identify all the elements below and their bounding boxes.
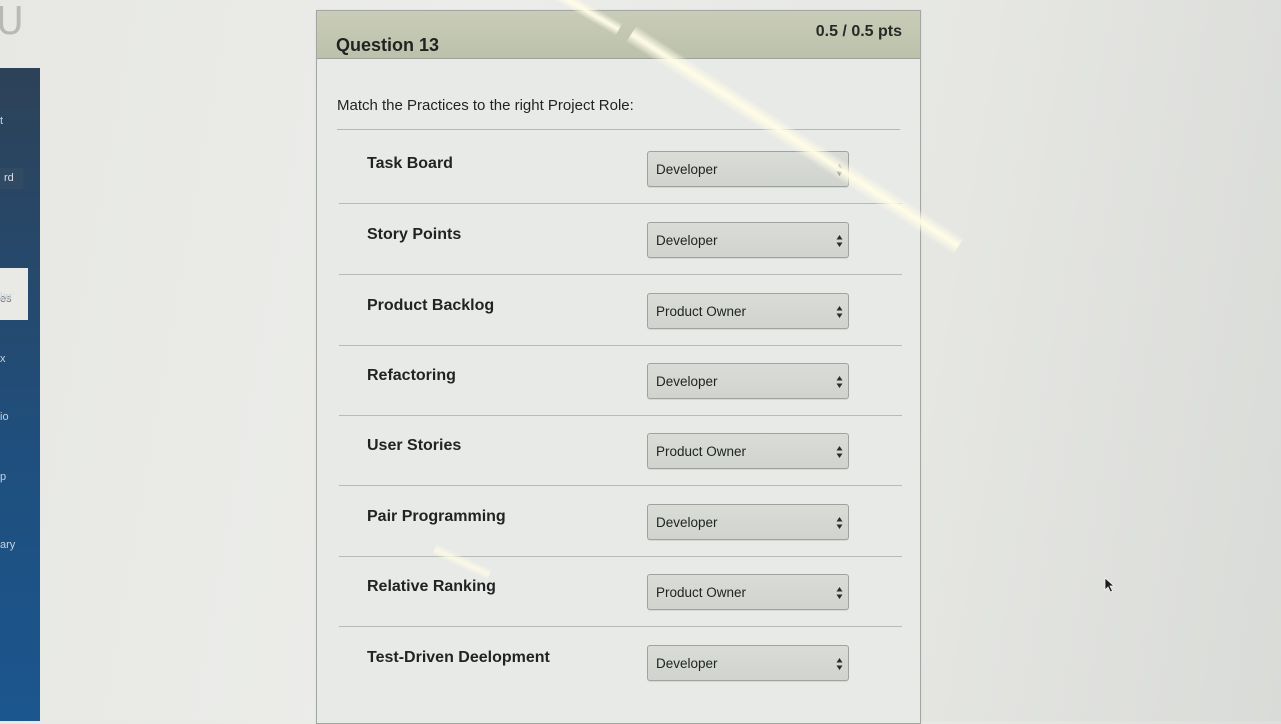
select-value: Product Owner [656, 444, 747, 459]
select-value: Developer [656, 656, 718, 671]
role-select[interactable]: Developer [647, 151, 849, 187]
match-row: Relative Ranking Product Owner [339, 574, 907, 644]
updown-icon [836, 235, 843, 247]
practice-label: Pair Programming [367, 508, 506, 525]
left-navigation: t rd es lar x io p ary [0, 68, 40, 721]
match-row: Refactoring Developer [339, 363, 907, 433]
practice-label: Relative Ranking [367, 578, 496, 595]
practice-label: User Stories [367, 437, 462, 454]
nav-item-fragment[interactable]: io [0, 412, 9, 423]
practice-label: Test-Driven Deelopment [367, 649, 550, 666]
divider [339, 626, 902, 627]
question-prompt: Match the Practices to the right Project… [337, 97, 634, 114]
practice-label: Task Board [367, 155, 453, 172]
practice-label: Refactoring [367, 367, 456, 384]
logo: U [0, 0, 24, 43]
practice-label: Product Backlog [367, 297, 495, 314]
nav-item-fragment[interactable]: lar [0, 292, 12, 303]
select-value: Developer [656, 233, 718, 248]
divider [339, 203, 902, 204]
nav-item-fragment[interactable]: ary [0, 540, 15, 551]
select-value: Developer [656, 162, 718, 177]
select-value: Product Owner [656, 304, 747, 319]
match-row: User Stories Product Owner [339, 433, 907, 503]
nav-item-fragment[interactable]: rd [0, 168, 23, 189]
match-row: Product Backlog Product Owner [339, 293, 907, 363]
match-row: Pair Programming Developer [339, 504, 907, 574]
select-value: Developer [656, 515, 718, 530]
divider [339, 485, 902, 486]
updown-icon [836, 164, 843, 176]
match-row: Test-Driven Deelopment Developer [367, 645, 907, 715]
updown-icon [836, 587, 843, 599]
updown-icon [836, 376, 843, 388]
role-select[interactable]: Developer [647, 645, 849, 681]
nav-item-fragment[interactable]: x [0, 354, 6, 365]
question-title: Question 13 [336, 35, 440, 55]
divider [339, 345, 902, 346]
updown-icon [836, 517, 843, 529]
question-points: 0.5 / 0.5 pts [815, 23, 902, 40]
question-card: Question 13 0.5 / 0.5 pts Match the Prac… [316, 10, 921, 724]
nav-item-fragment[interactable]: p [0, 472, 6, 483]
match-row: Story Points Developer [339, 222, 907, 292]
practice-label: Story Points [367, 226, 462, 243]
cursor-icon [1104, 577, 1116, 593]
role-select[interactable]: Product Owner [647, 574, 849, 610]
role-select[interactable]: Developer [647, 504, 849, 540]
updown-icon [836, 306, 843, 318]
role-select[interactable]: Developer [647, 363, 849, 399]
role-select[interactable]: Product Owner [647, 433, 849, 469]
updown-icon [836, 658, 843, 670]
select-value: Product Owner [656, 585, 747, 600]
divider [337, 129, 900, 130]
divider [339, 274, 902, 275]
match-row: Task Board Developer [339, 151, 907, 221]
nav-item-fragment[interactable]: t [0, 116, 3, 127]
role-select[interactable]: Product Owner [647, 293, 849, 329]
role-select[interactable]: Developer [647, 222, 849, 258]
question-header: Question 13 0.5 / 0.5 pts [317, 11, 920, 59]
select-value: Developer [656, 374, 718, 389]
divider [339, 556, 902, 557]
updown-icon [836, 446, 843, 458]
divider [339, 415, 902, 416]
